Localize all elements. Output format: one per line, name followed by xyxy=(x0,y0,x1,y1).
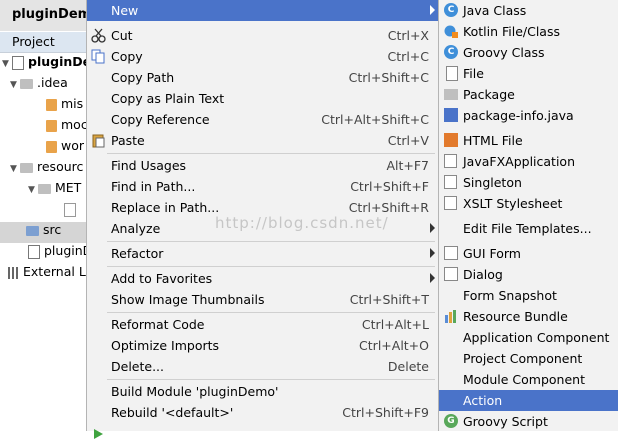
html-file-icon xyxy=(444,133,458,147)
xml-file-icon xyxy=(46,98,57,111)
run-icon xyxy=(91,426,106,441)
menu-item-copy[interactable]: Copy Ctrl+C xyxy=(87,46,439,67)
project-tab[interactable]: Project xyxy=(0,32,100,53)
menu-item-cut[interactable]: Cut Ctrl+X xyxy=(87,25,439,46)
submenu-item-groovy-script[interactable]: G Groovy Script xyxy=(439,411,618,432)
java-class-icon: C xyxy=(444,3,458,17)
menu-item-new[interactable]: New xyxy=(87,0,439,21)
submenu-arrow-icon xyxy=(430,5,435,15)
xml-file-icon xyxy=(46,140,57,153)
package-info-icon xyxy=(444,108,458,122)
submenu-arrow-icon xyxy=(430,273,435,283)
submenu-item-singleton[interactable]: Singleton xyxy=(439,172,618,193)
xslt-icon xyxy=(444,196,457,210)
menu-item-run-partial[interactable] xyxy=(87,423,439,444)
menu-separator xyxy=(107,379,435,380)
paste-icon xyxy=(91,133,106,148)
library-icon xyxy=(8,266,19,279)
submenu-item-html-file[interactable]: HTML File xyxy=(439,130,618,151)
submenu-item-xslt[interactable]: XSLT Stylesheet xyxy=(439,193,618,214)
tree-item-file[interactable]: wor xyxy=(46,138,84,159)
menu-separator xyxy=(107,241,435,242)
submenu-item-dialog[interactable]: Dialog xyxy=(439,264,618,285)
tree-item-meta[interactable]: ▼ MET xyxy=(28,180,81,201)
submenu-item-file[interactable]: File xyxy=(439,63,618,84)
folder-icon xyxy=(38,183,51,194)
submenu-item-form-snapshot[interactable]: Form Snapshot xyxy=(439,285,618,306)
menu-item-find-usages[interactable]: Find Usages Alt+F7 xyxy=(87,155,439,176)
xml-file-icon xyxy=(46,119,57,132)
tree-item-resources[interactable]: ▼ resourc xyxy=(10,159,83,180)
submenu-item-kotlin[interactable]: Kotlin File/Class xyxy=(439,21,618,42)
menu-item-delete[interactable]: Delete... Delete xyxy=(87,356,439,377)
menu-item-copy-plain-text[interactable]: Copy as Plain Text xyxy=(87,88,439,109)
folder-icon xyxy=(20,162,33,173)
groovy-class-icon: C xyxy=(444,45,458,59)
menu-item-paste[interactable]: Paste Ctrl+V xyxy=(87,130,439,151)
menu-separator xyxy=(107,266,435,267)
project-title-bar: pluginDemo xyxy=(0,0,100,31)
submenu-item-project-component[interactable]: Project Component xyxy=(439,348,618,369)
menu-item-build-module[interactable]: Build Module 'pluginDemo' xyxy=(87,381,439,402)
module-icon xyxy=(12,55,24,70)
submenu-item-action[interactable]: Action xyxy=(439,390,618,411)
menu-item-copy-path[interactable]: Copy Path Ctrl+Shift+C xyxy=(87,67,439,88)
project-tab-label: Project xyxy=(12,34,55,49)
singleton-icon xyxy=(444,175,457,189)
package-icon xyxy=(444,89,458,100)
submenu-item-application-component[interactable]: Application Component xyxy=(439,327,618,348)
groovy-script-icon: G xyxy=(444,414,458,428)
scissors-icon xyxy=(91,28,106,43)
submenu-item-module-component[interactable]: Module Component xyxy=(439,369,618,390)
file-icon xyxy=(446,66,458,81)
menu-item-add-to-favorites[interactable]: Add to Favorites xyxy=(87,268,439,289)
menu-item-reformat-code[interactable]: Reformat Code Ctrl+Alt+L xyxy=(87,314,439,335)
menu-separator xyxy=(107,312,435,313)
submenu-item-javafx[interactable]: JavaFXApplication xyxy=(439,151,618,172)
menu-item-replace-in-path[interactable]: Replace in Path... Ctrl+Shift+R xyxy=(87,197,439,218)
submenu-arrow-icon xyxy=(430,248,435,258)
file-icon xyxy=(64,202,76,217)
tree-item-file[interactable]: mis xyxy=(46,96,83,117)
menu-item-optimize-imports[interactable]: Optimize Imports Ctrl+Alt+O xyxy=(87,335,439,356)
tree-item-idea[interactable]: ▼ .idea xyxy=(10,75,68,96)
javafx-icon xyxy=(444,154,457,168)
submenu-item-edit-file-templates[interactable]: Edit File Templates... xyxy=(439,218,618,239)
submenu-item-java-class[interactable]: C Java Class xyxy=(439,0,618,21)
menu-item-refactor[interactable]: Refactor xyxy=(87,243,439,264)
resource-bundle-icon xyxy=(444,309,458,323)
folder-icon xyxy=(20,78,33,89)
menu-item-copy-reference[interactable]: Copy Reference Ctrl+Alt+Shift+C xyxy=(87,109,439,130)
tree-item-plugin-file[interactable]: pluginD xyxy=(28,243,92,264)
gui-form-icon xyxy=(444,246,458,260)
file-icon xyxy=(28,244,40,259)
menu-item-find-in-path[interactable]: Find in Path... Ctrl+Shift+F xyxy=(87,176,439,197)
menu-item-analyze[interactable]: Analyze xyxy=(87,218,439,239)
menu-separator xyxy=(107,153,435,154)
kotlin-icon xyxy=(444,24,458,38)
folder-icon xyxy=(26,225,39,236)
submenu-item-package-info[interactable]: package-info.java xyxy=(439,105,618,126)
tree-item-external-libraries[interactable]: External Lil xyxy=(8,264,93,285)
submenu-item-resource-bundle[interactable]: Resource Bundle xyxy=(439,306,618,327)
submenu-item-groovy-class[interactable]: C Groovy Class xyxy=(439,42,618,63)
project-panel: pluginDemo Project ▼ pluginDem ▼ .idea mis… xyxy=(0,0,104,431)
menu-item-rebuild[interactable]: Rebuild '<default>' Ctrl+Shift+F9 xyxy=(87,402,439,423)
tree-item-file[interactable]: moc xyxy=(46,117,88,138)
submenu-item-package[interactable]: Package xyxy=(439,84,618,105)
submenu-arrow-icon xyxy=(430,223,435,233)
submenu-item-gui-form[interactable]: GUI Form xyxy=(439,243,618,264)
context-menu: New Cut Ctrl+X Copy Ctrl+C Copy Path Ctrl+S… xyxy=(86,0,440,439)
tree-item-file[interactable] xyxy=(64,201,80,222)
tree-item-src[interactable]: src xyxy=(0,222,100,243)
copy-icon xyxy=(91,49,106,64)
dialog-icon xyxy=(444,267,458,281)
menu-item-show-image-thumbnails[interactable]: Show Image Thumbnails Ctrl+Shift+T xyxy=(87,289,439,310)
new-submenu: C Java Class Kotlin File/Class C Groovy … xyxy=(438,0,618,431)
